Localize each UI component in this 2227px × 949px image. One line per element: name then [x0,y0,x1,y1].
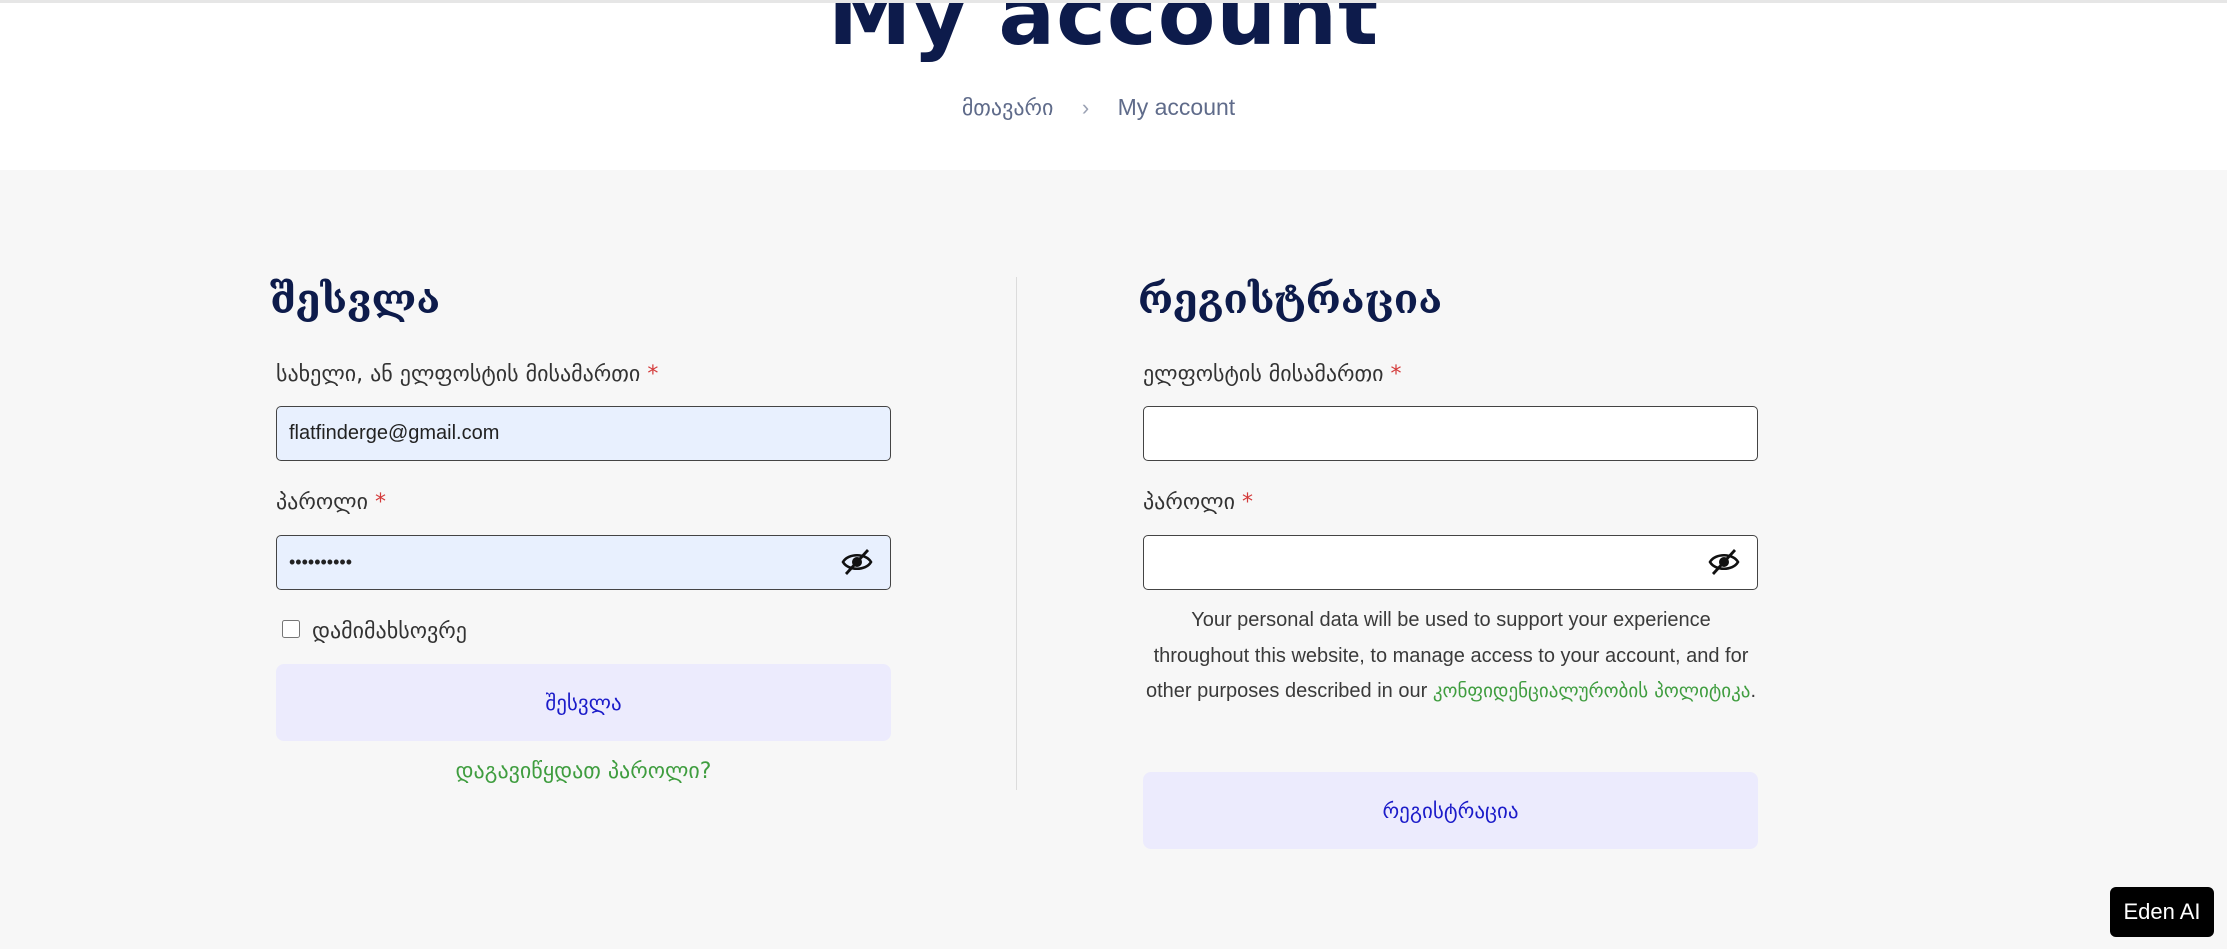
breadcrumb-current: My account [1117,94,1236,120]
remember-me-checkbox[interactable] [282,620,300,638]
username-input[interactable] [276,406,891,461]
required-marker: * [374,490,386,515]
login-password-input[interactable] [276,535,891,590]
forgot-password-link[interactable]: დაგავიწყდათ პაროლი? [276,757,891,787]
username-label: სახელი, ან ელფოსტის მისამართი * [276,360,658,390]
login-password-label: პაროლი * [276,488,386,518]
page-header: My account მთავარი › My account [0,0,2227,170]
username-label-text: სახელი, ან ელფოსტის მისამართი [276,362,641,387]
breadcrumb-separator: › [1081,95,1090,120]
required-marker: * [647,362,659,387]
email-label-text: ელფოსტის მისამართი [1143,362,1384,387]
required-marker: * [1241,490,1253,515]
register-submit-button[interactable]: რეგისტრაცია [1143,772,1758,849]
register-password-label-text: პაროლი [1143,490,1235,515]
login-password-label-text: პაროლი [276,490,368,515]
register-password-input[interactable] [1143,535,1758,590]
register-password-label: პაროლი * [1143,488,1253,518]
eden-ai-badge[interactable]: Eden AI [2110,887,2214,937]
email-label: ელფოსტის მისამართი * [1143,360,1402,390]
login-heading: შესვლა [270,276,441,323]
privacy-notice-end: . [1750,680,1757,702]
privacy-notice: Your personal data will be used to suppo… [1145,603,1757,710]
eye-slash-icon[interactable] [841,548,873,576]
register-heading: რეგისტრაცია [1138,276,1443,323]
breadcrumb: მთავარი › My account [0,94,2227,121]
eye-slash-icon[interactable] [1708,548,1740,576]
column-divider [1016,277,1017,790]
required-marker: * [1390,362,1402,387]
email-input[interactable] [1143,406,1758,461]
remember-me-label: დამიმახსოვრე [312,619,467,644]
breadcrumb-home-link[interactable]: მთავარი [962,96,1054,121]
page-title: My account [827,0,1380,64]
login-submit-button[interactable]: შესვლა [276,664,891,741]
privacy-policy-link[interactable]: კონფიდენციალურობის პოლიტიკა [1433,680,1751,702]
